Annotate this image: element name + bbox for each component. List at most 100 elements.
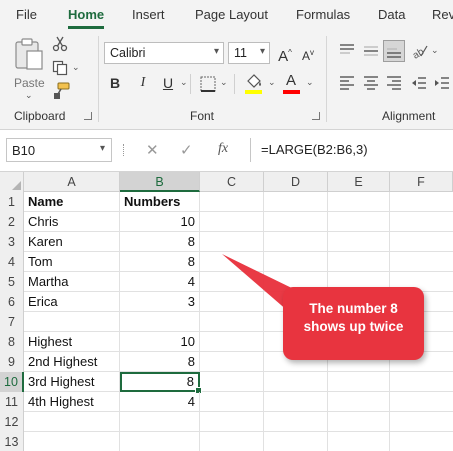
cell-empty[interactable] [264, 372, 328, 392]
cell-empty[interactable] [200, 212, 264, 232]
font-name-select[interactable]: Calibri ▾ [104, 42, 224, 64]
cell-b6[interactable]: 3 [120, 292, 200, 312]
row-header[interactable]: 2 [0, 212, 24, 232]
row-header[interactable]: 7 [0, 312, 24, 332]
shrink-font-button[interactable]: Av [298, 42, 318, 64]
cell-b7[interactable] [120, 312, 200, 332]
cell-empty[interactable] [264, 192, 328, 212]
column-header-f[interactable]: F [390, 172, 453, 192]
tab-review[interactable]: Rev [432, 7, 453, 22]
orientation-icon[interactable]: ab [411, 42, 429, 60]
cell-empty[interactable] [264, 392, 328, 412]
bold-button[interactable]: B [105, 72, 125, 94]
align-left-icon[interactable] [338, 74, 356, 92]
cell-empty[interactable] [328, 192, 390, 212]
cell-empty[interactable] [264, 252, 328, 272]
format-painter-icon[interactable] [52, 82, 70, 100]
cell-a4[interactable]: Tom [24, 252, 120, 272]
cell-empty[interactable] [328, 432, 390, 451]
enter-icon[interactable]: ✓ [180, 141, 193, 159]
cell-empty[interactable] [200, 392, 264, 412]
row-header[interactable]: 1 [0, 192, 24, 212]
row-header[interactable]: 8 [0, 332, 24, 352]
copy-icon[interactable] [52, 60, 68, 76]
cancel-icon[interactable]: ✕ [146, 141, 159, 159]
align-top-icon[interactable] [338, 42, 356, 60]
borders-icon[interactable] [200, 76, 216, 92]
orientation-chevron-icon[interactable]: ⌄ [431, 45, 439, 56]
cell-empty[interactable] [200, 412, 264, 432]
fill-color-button[interactable] [244, 72, 266, 96]
cell-empty[interactable] [200, 272, 264, 292]
insert-function-icon[interactable]: fx [218, 141, 228, 157]
active-cell-b10[interactable]: 8 [120, 372, 202, 394]
font-launcher-icon[interactable] [312, 112, 320, 120]
cell-b13[interactable] [120, 432, 200, 451]
row-header[interactable]: 12 [0, 412, 24, 432]
copy-chevron-icon[interactable]: ⌄ [72, 62, 80, 73]
cell-b5[interactable]: 4 [120, 272, 200, 292]
column-header-e[interactable]: E [328, 172, 390, 192]
cell-a8[interactable]: Highest [24, 332, 120, 352]
decrease-indent-icon[interactable] [410, 74, 428, 92]
cell-b11[interactable]: 4 [120, 392, 200, 412]
tab-data[interactable]: Data [378, 7, 405, 22]
row-header[interactable]: 5 [0, 272, 24, 292]
tab-home[interactable]: Home [68, 7, 104, 22]
formula-input[interactable]: =LARGE(B2:B6,3) [250, 138, 453, 162]
cell-empty[interactable] [264, 412, 328, 432]
cell-b1[interactable]: Numbers [120, 192, 200, 212]
cell-a11[interactable]: 4th Highest [24, 392, 120, 412]
column-header-b[interactable]: B [120, 172, 200, 192]
fill-color-chevron-icon[interactable]: ⌄ [268, 77, 276, 88]
cell-b9[interactable]: 8 [120, 352, 200, 372]
cell-a12[interactable] [24, 412, 120, 432]
row-header[interactable]: 13 [0, 432, 24, 451]
borders-chevron-icon[interactable]: ⌄ [220, 77, 228, 88]
cell-empty[interactable] [328, 412, 390, 432]
align-middle-icon[interactable] [362, 42, 380, 60]
cell-a3[interactable]: Karen [24, 232, 120, 252]
cell-a2[interactable]: Chris [24, 212, 120, 232]
underline-button[interactable]: U [158, 72, 178, 94]
cell-empty[interactable] [200, 252, 264, 272]
select-all-button[interactable] [0, 172, 24, 192]
row-header[interactable]: 9 [0, 352, 24, 372]
grow-font-button[interactable]: A^ [275, 42, 295, 65]
cell-empty[interactable] [200, 232, 264, 252]
cell-b2[interactable]: 10 [120, 212, 200, 232]
tab-page-layout[interactable]: Page Layout [195, 7, 268, 22]
cell-b3[interactable]: 8 [120, 232, 200, 252]
clipboard-launcher-icon[interactable] [84, 112, 92, 120]
cell-a10[interactable]: 3rd Highest [24, 372, 120, 392]
cell-empty[interactable] [200, 292, 264, 312]
tab-file[interactable]: File [16, 7, 37, 22]
font-color-chevron-icon[interactable]: ⌄ [306, 77, 314, 88]
tab-insert[interactable]: Insert [132, 7, 165, 22]
italic-button[interactable]: I [133, 72, 153, 94]
cell-empty[interactable] [200, 352, 264, 372]
align-right-icon[interactable] [385, 74, 403, 92]
row-header-selected[interactable]: 10 [0, 372, 24, 392]
increase-indent-icon[interactable] [433, 74, 451, 92]
cell-b8[interactable]: 10 [120, 332, 200, 352]
cell-empty[interactable] [328, 252, 390, 272]
cell-a7[interactable] [24, 312, 120, 332]
cell-empty[interactable] [328, 212, 390, 232]
row-header[interactable]: 11 [0, 392, 24, 412]
font-color-button[interactable]: A [282, 72, 304, 96]
cell-empty[interactable] [200, 432, 264, 451]
underline-chevron-icon[interactable]: ⌄ [180, 77, 188, 88]
align-bottom-button[interactable] [383, 40, 405, 62]
cell-empty[interactable] [264, 432, 328, 451]
cell-empty[interactable] [264, 232, 328, 252]
row-header[interactable]: 6 [0, 292, 24, 312]
tab-formulas[interactable]: Formulas [296, 7, 350, 22]
cell-a9[interactable]: 2nd Highest [24, 352, 120, 372]
row-header[interactable]: 4 [0, 252, 24, 272]
cell-a13[interactable] [24, 432, 120, 451]
name-box[interactable]: B10 ▾ [6, 138, 112, 162]
row-header[interactable]: 3 [0, 232, 24, 252]
column-header-c[interactable]: C [200, 172, 264, 192]
cell-a1[interactable]: Name [24, 192, 120, 212]
